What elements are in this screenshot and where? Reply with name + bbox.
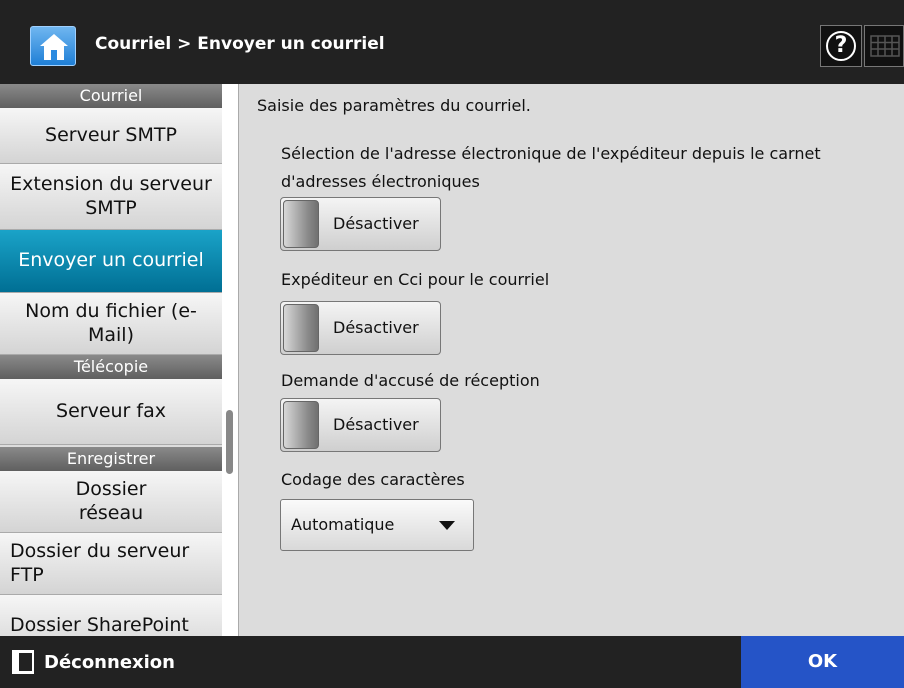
sidebar-item-extension-smtp[interactable]: Extension du serveur SMTP xyxy=(0,164,222,230)
logout-button[interactable]: Déconnexion xyxy=(12,636,175,688)
keyboard-icon xyxy=(870,35,900,57)
read-receipt-label: Demande d'accusé de réception xyxy=(281,371,540,390)
logout-label: Déconnexion xyxy=(44,651,175,673)
sidebar-item-dossier-reseau[interactable]: Dossier réseau xyxy=(0,471,222,533)
breadcrumb: Courriel > Envoyer un courriel xyxy=(95,34,385,54)
toggle-knob xyxy=(283,304,319,352)
sidebar-item-label: Nom du fichier (e-Mail) xyxy=(25,299,197,346)
sidebar-item-label: Serveur fax xyxy=(56,399,166,422)
toggle-label: Désactiver xyxy=(333,415,419,434)
toggle-label: Désactiver xyxy=(333,214,419,233)
help-icon: ? xyxy=(826,31,856,61)
toggle-knob xyxy=(283,200,319,248)
home-icon xyxy=(40,34,68,60)
sidebar-section-courriel: Courriel xyxy=(0,84,222,108)
home-button[interactable] xyxy=(30,26,76,66)
sidebar-section-enregistrer: Enregistrer xyxy=(0,447,222,471)
header-bar: Courriel > Envoyer un courriel ? xyxy=(0,0,904,84)
sidebar-item-label: Dossier réseau xyxy=(75,477,147,524)
footer-bar: Déconnexion OK xyxy=(0,636,904,688)
toggle-knob xyxy=(283,401,319,449)
page-title: Saisie des paramètres du courriel. xyxy=(257,96,531,115)
sidebar-item-dossier-ftp[interactable]: Dossier du serveur FTP xyxy=(0,533,222,595)
sender-bcc-label: Expéditeur en Cci pour le courriel xyxy=(281,270,550,289)
sidebar-item-label: Envoyer un courriel xyxy=(18,249,204,272)
sidebar-scrollbar[interactable] xyxy=(222,84,238,636)
sidebar-scroll-thumb[interactable] xyxy=(226,410,233,474)
ok-button[interactable]: OK xyxy=(741,636,904,688)
sender-address-book-label: Sélection de l'adresse électronique de l… xyxy=(281,144,821,191)
help-button[interactable]: ? xyxy=(820,25,862,67)
read-receipt-toggle[interactable]: Désactiver xyxy=(280,398,441,452)
sender-address-book-toggle[interactable]: Désactiver xyxy=(280,197,441,251)
chevron-down-icon xyxy=(439,521,455,530)
logout-icon xyxy=(12,650,34,674)
sidebar-item-nom-fichier[interactable]: Nom du fichier (e-Mail) xyxy=(0,293,222,355)
sidebar: Courriel Serveur SMTP Extension du serve… xyxy=(0,84,222,636)
encoding-value: Automatique xyxy=(291,515,395,534)
sidebar-item-label: Dossier du serveur FTP xyxy=(10,539,190,586)
sidebar-item-envoyer-courriel[interactable]: Envoyer un courriel xyxy=(0,230,222,293)
sidebar-item-serveur-smtp[interactable]: Serveur SMTP xyxy=(0,108,222,164)
sidebar-section-telecopie: Télécopie xyxy=(0,355,222,379)
sidebar-item-label: Dossier SharePoint xyxy=(10,614,189,636)
sidebar-item-dossier-sharepoint[interactable]: Dossier SharePoint xyxy=(0,595,222,636)
settings-panel: Saisie des paramètres du courriel. Sélec… xyxy=(238,84,904,636)
sidebar-item-label: Extension du serveur SMTP xyxy=(10,172,212,219)
keyboard-button[interactable] xyxy=(864,25,904,67)
sender-bcc-toggle[interactable]: Désactiver xyxy=(280,301,441,355)
encoding-label: Codage des caractères xyxy=(281,470,465,489)
sidebar-item-label: Serveur SMTP xyxy=(45,123,177,146)
encoding-select[interactable]: Automatique xyxy=(280,499,474,551)
toggle-label: Désactiver xyxy=(333,318,419,337)
sidebar-item-serveur-fax[interactable]: Serveur fax xyxy=(0,379,222,445)
